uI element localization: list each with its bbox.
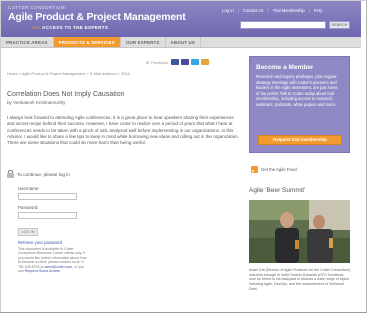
toplink-separator: | (308, 8, 310, 13)
brand-company: CUTTER CONSORTIUM (8, 5, 65, 10)
twitter-icon[interactable] (191, 59, 199, 65)
password-label: Password: (18, 205, 39, 210)
agile-feed-link[interactable]: Get the Agile Feed (251, 166, 297, 173)
brand-title[interactable]: Agile Product & Project Management (8, 11, 186, 23)
request-trial-button[interactable]: Request trial membership (258, 135, 342, 145)
toplink-login[interactable]: Log In (222, 8, 234, 13)
tagline-text: ACCESS TO THE EXPERTS (41, 25, 109, 30)
nav-practice-areas[interactable]: PRACTICE AREAS (1, 37, 54, 47)
login-prompt: To continue, please log in (7, 170, 70, 178)
photo-caption: Israel Gat (Director of Agile Practices … (249, 268, 351, 291)
article-byline: by Venkatesh Krishnamurthy (7, 100, 66, 105)
site-header: CUTTER CONSORTIUM Agile Product & Projec… (1, 1, 361, 37)
share-icon[interactable] (181, 59, 189, 65)
password-field[interactable] (18, 212, 77, 219)
breadcrumb[interactable]: Home > Agile Product & Project Managemen… (7, 71, 130, 76)
search-button[interactable]: SEARCH (329, 21, 350, 29)
toplink-separator: | (267, 8, 269, 13)
article-title: Correlation Does Not Imply Causation (7, 91, 125, 98)
login-button[interactable]: LOG IN (18, 228, 38, 236)
tagline-arrows-icon: »»» (32, 25, 41, 30)
username-field[interactable] (18, 193, 77, 200)
feedback-icon: ✉ (146, 60, 150, 65)
toplink-separator: | (237, 8, 239, 13)
toplink-trial[interactable]: Trial Membership (273, 8, 305, 13)
search-input[interactable] (240, 21, 326, 29)
membership-text: Research and inquiry privileges, plus re… (256, 74, 338, 107)
article-body: I always look forward to attending Agile… (7, 115, 239, 146)
nav-products-services[interactable]: PRODUCTS & SERVICES (53, 37, 121, 47)
main-nav: PRACTICE AREAS PRODUCTS & SERVICES OUR E… (1, 37, 361, 48)
top-links: Log In | Contact Us | Trial Membership |… (222, 8, 322, 13)
brand-tagline: »»» ACCESS TO THE EXPERTS (32, 25, 108, 30)
lock-icon (7, 170, 14, 178)
photo-illustration (249, 200, 350, 263)
membership-box: Become a Member Research and inquiry pri… (249, 56, 350, 153)
toplink-contact[interactable]: Contact Us (243, 8, 264, 13)
retrieve-password-link[interactable]: Retrieve your password (18, 240, 62, 245)
email-icon[interactable] (201, 59, 209, 65)
share-icons (171, 59, 209, 65)
login-prompt-text: To continue, please log in (17, 171, 70, 177)
beer-summit-title: Agile 'Beer Summit' (249, 187, 306, 194)
beer-summit-photo[interactable] (249, 200, 350, 263)
username-label: Username: (18, 186, 40, 191)
guest-access-link[interactable]: Request Guest Access (25, 269, 60, 273)
feedback-link[interactable]: ✉ Feedback (146, 60, 168, 65)
rss-icon (251, 166, 258, 173)
facebook-icon[interactable] (171, 59, 179, 65)
sales-email-link[interactable]: sales@cutter.com (44, 265, 72, 269)
membership-title: Become a Member (256, 64, 314, 71)
toplink-faq[interactable]: FAQ (314, 8, 322, 13)
nav-about-us[interactable]: ABOUT US (166, 37, 202, 47)
access-note: This document is available to Cutter Con… (18, 247, 88, 273)
agile-feed-label: Get the Agile Feed (261, 167, 297, 172)
nav-our-experts[interactable]: OUR EXPERTS (121, 37, 166, 47)
feedback-label: Feedback (151, 60, 169, 65)
